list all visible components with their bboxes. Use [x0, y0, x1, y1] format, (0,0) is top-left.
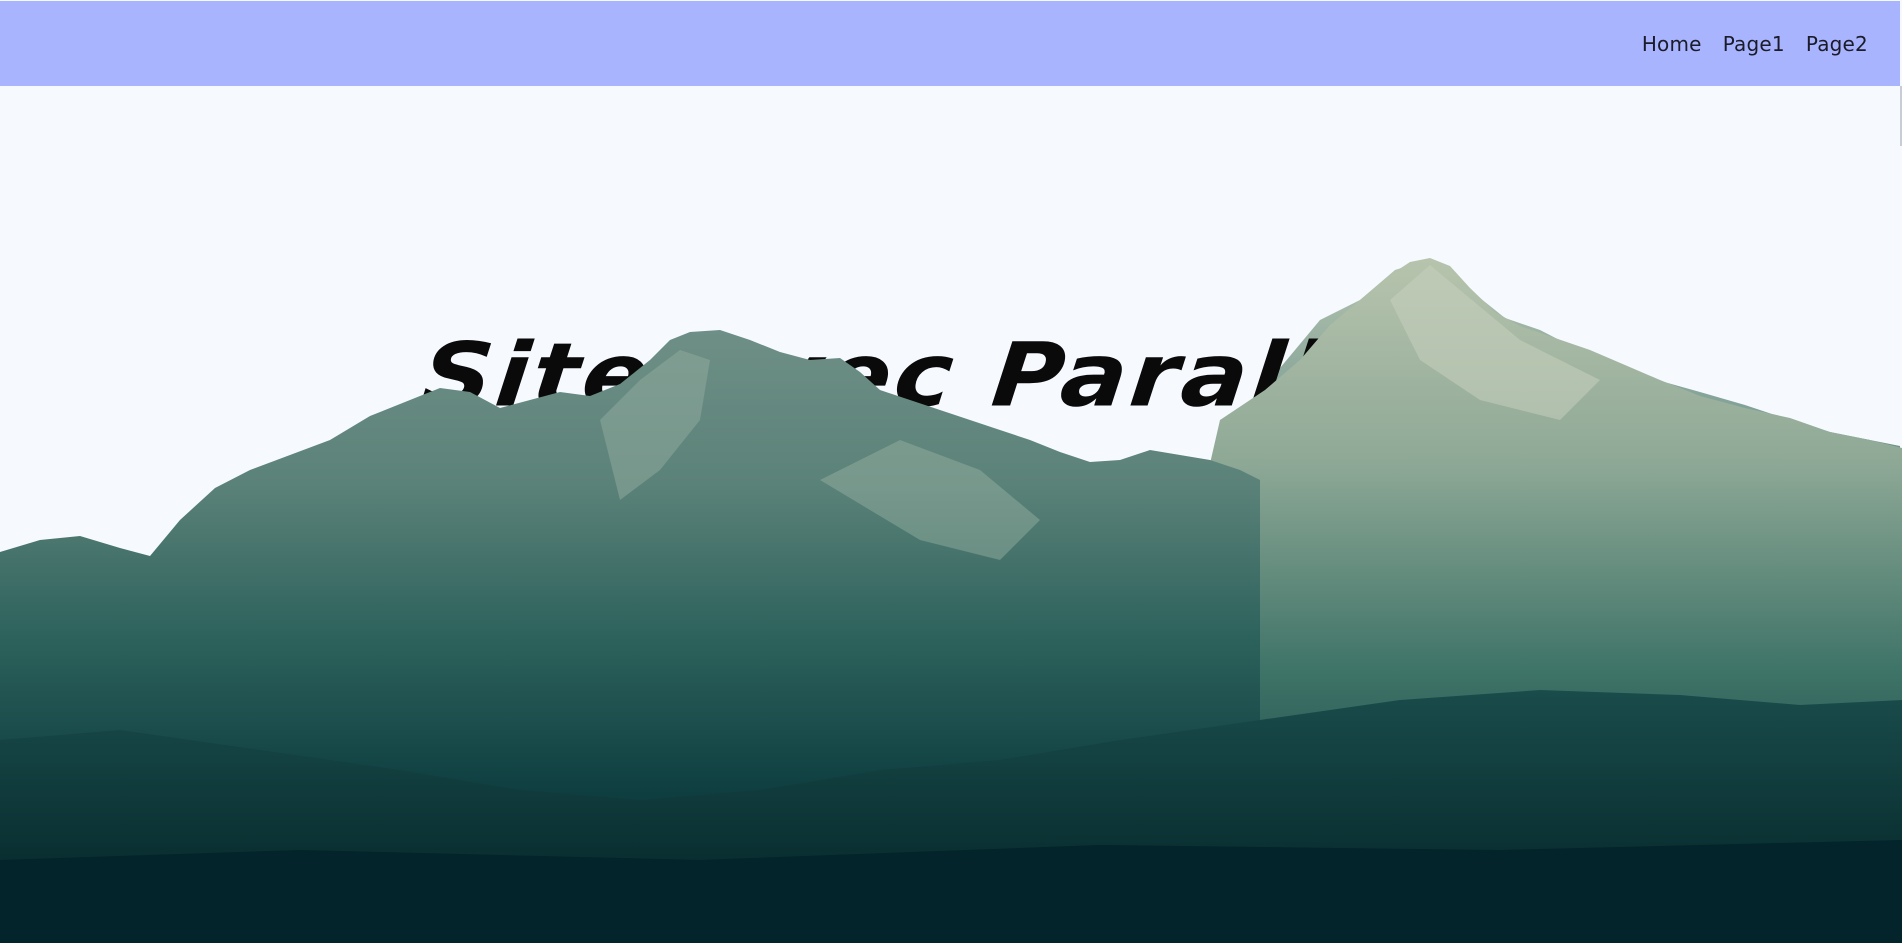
nav-link-page1[interactable]: Page1	[1723, 32, 1785, 56]
navbar: Home Page1 Page2	[0, 1, 1900, 86]
nav-link-home[interactable]: Home	[1642, 32, 1702, 56]
mountain-background-layer	[1270, 262, 1900, 700]
hero-title: Site avec Parallax	[417, 324, 1465, 427]
nav-menu: Home Page1 Page2	[1642, 1, 1868, 86]
nav-link-page2[interactable]: Page2	[1806, 32, 1868, 56]
page: Home Page1 Page2 Site avec Parallax	[0, 0, 1902, 943]
